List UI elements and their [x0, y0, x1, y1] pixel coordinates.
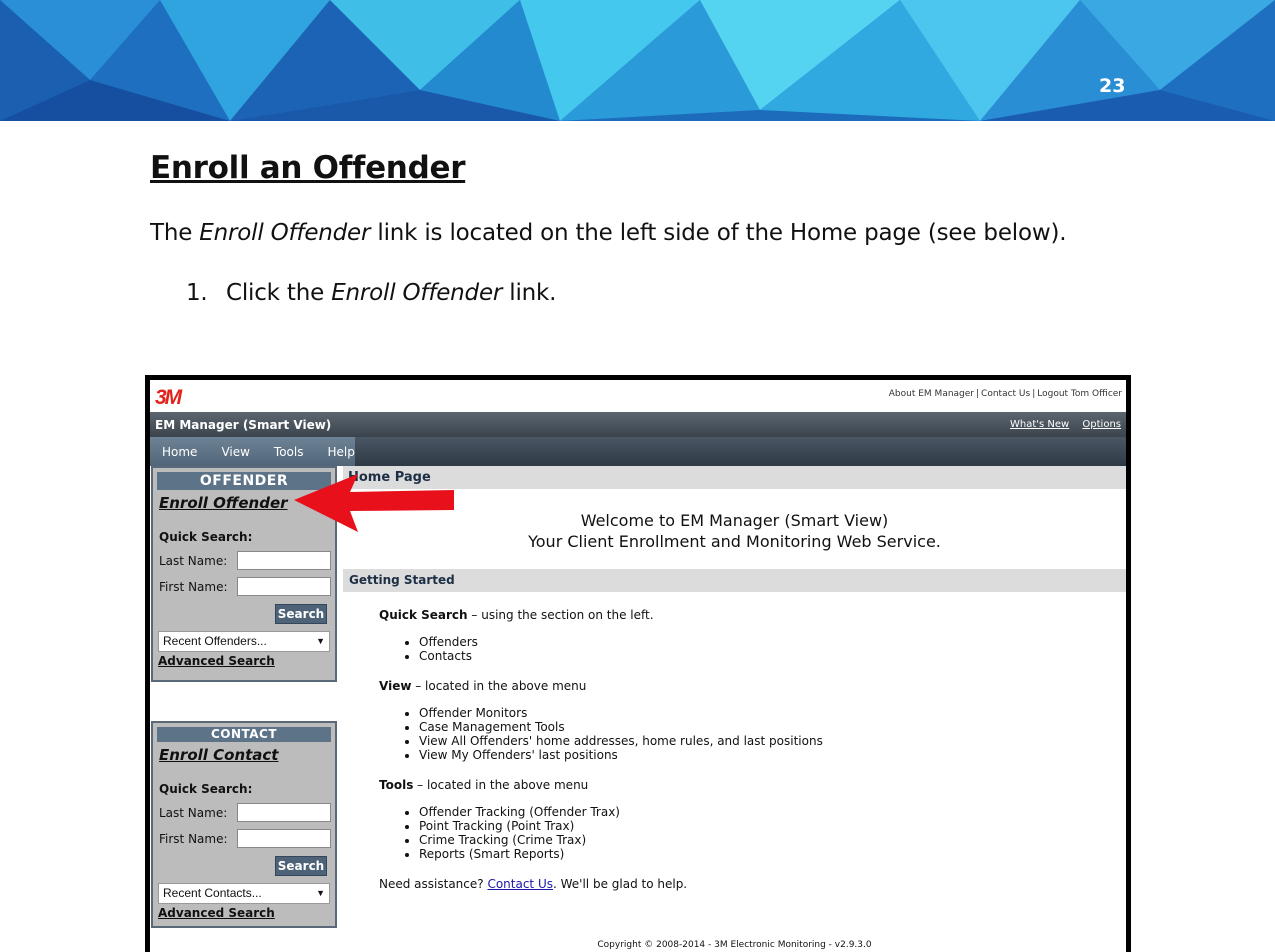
app-name: EM Manager (Smart View): [155, 418, 332, 432]
welcome-line-1: Welcome to EM Manager (Smart View): [580, 511, 889, 530]
list-item: View My Offenders' last positions: [419, 748, 823, 762]
page-number: 23: [1099, 75, 1126, 97]
contact-panel: CONTACT Enroll Contact Quick Search: Las…: [151, 721, 337, 928]
getting-started-content: Quick Search – using the section on the …: [379, 608, 823, 891]
quick-search-list: Offenders Contacts: [419, 635, 823, 663]
offender-first-name-input[interactable]: [237, 577, 331, 596]
tools-list: Offender Tracking (Offender Trax) Point …: [419, 805, 823, 861]
app-screenshot: 3M About EM Manager | Contact Us | Logout To…: [145, 375, 1131, 952]
app-top-strip: 3M About EM Manager | Contact Us | Logout To…: [150, 380, 1126, 412]
top-links: About EM Manager | Contact Us | Logout Tom O…: [888, 389, 1122, 399]
chevron-down-icon: ▼: [316, 636, 325, 646]
recent-contacts-select[interactable]: Recent Contacts... ▼: [158, 883, 330, 904]
contact-us-link[interactable]: Contact Us: [981, 389, 1030, 399]
tools-intro: Tools – located in the above menu: [379, 778, 589, 792]
offender-last-name-row: Last Name:: [159, 551, 335, 570]
getting-started-heading: Getting Started: [343, 569, 1126, 592]
assistance-line: Need assistance? Contact Us. We'll be gl…: [379, 877, 688, 891]
red-arrow-icon: [294, 474, 454, 532]
app-title-bar: EM Manager (Smart View) What's New Optio…: [150, 412, 1126, 437]
menu-help[interactable]: Help: [315, 445, 366, 459]
recent-offenders-select[interactable]: Recent Offenders... ▼: [158, 631, 330, 652]
first-name-label: First Name:: [159, 831, 228, 846]
view-list: Offender Monitors Case Management Tools …: [419, 706, 823, 762]
recent-contacts-value: Recent Contacts...: [163, 886, 262, 900]
contact-quick-search-label: Quick Search:: [159, 782, 253, 796]
logout-link[interactable]: Logout Tom Officer: [1037, 389, 1122, 399]
list-item: Point Tracking (Point Trax): [419, 819, 823, 833]
list-item: Offender Tracking (Offender Trax): [419, 805, 823, 819]
contact-last-name-row: Last Name:: [159, 803, 335, 822]
list-item: Reports (Smart Reports): [419, 847, 823, 861]
offender-advanced-search-link[interactable]: Advanced Search: [158, 654, 335, 668]
home-page-heading: Home Page: [343, 466, 1126, 489]
list-item: Crime Tracking (Crime Trax): [419, 833, 823, 847]
menu-items: Home View Tools Help: [150, 437, 355, 466]
last-name-label: Last Name:: [159, 553, 228, 568]
contact-advanced-search-link[interactable]: Advanced Search: [158, 906, 335, 920]
list-item: View All Offenders' home addresses, home…: [419, 734, 823, 748]
list-item: Offenders: [419, 635, 823, 649]
offender-last-name-input[interactable]: [237, 551, 331, 570]
welcome-message: Welcome to EM Manager (Smart View) Your …: [343, 510, 1126, 552]
last-name-label: Last Name:: [159, 805, 228, 820]
contact-first-name-row: First Name:: [159, 829, 335, 848]
doc-intro-paragraph: The Enroll Offender link is located on t…: [150, 220, 1067, 246]
chevron-down-icon: ▼: [316, 888, 325, 898]
about-link[interactable]: About EM Manager: [889, 389, 974, 399]
main-content: Home Page Welcome to EM Manager (Smart V…: [343, 466, 1126, 950]
offender-first-name-row: First Name:: [159, 577, 335, 596]
list-item: Case Management Tools: [419, 720, 823, 734]
whats-new-link[interactable]: What's New: [1010, 419, 1069, 430]
offender-search-button[interactable]: Search: [275, 604, 327, 624]
list-item: Offender Monitors: [419, 706, 823, 720]
enroll-contact-link[interactable]: Enroll Contact: [159, 746, 335, 764]
banner-graphic: [0, 0, 1275, 121]
doc-title: Enroll an Offender: [150, 150, 466, 186]
copyright: Copyright © 2008-2014 - 3M Electronic Mo…: [597, 940, 872, 950]
view-intro: View – located in the above menu: [379, 679, 587, 693]
options-link[interactable]: Options: [1082, 419, 1121, 430]
header-banner: 23: [0, 0, 1275, 121]
welcome-line-2: Your Client Enrollment and Monitoring We…: [528, 532, 941, 551]
3m-logo: 3M: [155, 386, 182, 409]
quick-search-intro: Quick Search – using the section on the …: [379, 608, 654, 622]
contact-panel-heading: CONTACT: [157, 727, 331, 742]
doc-step-1: 1. Click the Enroll Offender link.: [186, 280, 557, 306]
menu-view[interactable]: View: [209, 445, 261, 459]
contact-search-button[interactable]: Search: [275, 856, 327, 876]
contact-last-name-input[interactable]: [237, 803, 331, 822]
title-bar-links: What's New Options: [1000, 419, 1121, 430]
list-item: Contacts: [419, 649, 823, 663]
first-name-label: First Name:: [159, 579, 228, 594]
menu-bar: Home View Tools Help: [150, 437, 1126, 466]
step-number: 1.: [186, 280, 208, 306]
assistance-contact-link[interactable]: Contact Us: [487, 877, 553, 891]
menu-home[interactable]: Home: [150, 445, 209, 459]
recent-offenders-value: Recent Offenders...: [163, 634, 267, 648]
contact-first-name-input[interactable]: [237, 829, 331, 848]
menu-tools[interactable]: Tools: [262, 445, 316, 459]
